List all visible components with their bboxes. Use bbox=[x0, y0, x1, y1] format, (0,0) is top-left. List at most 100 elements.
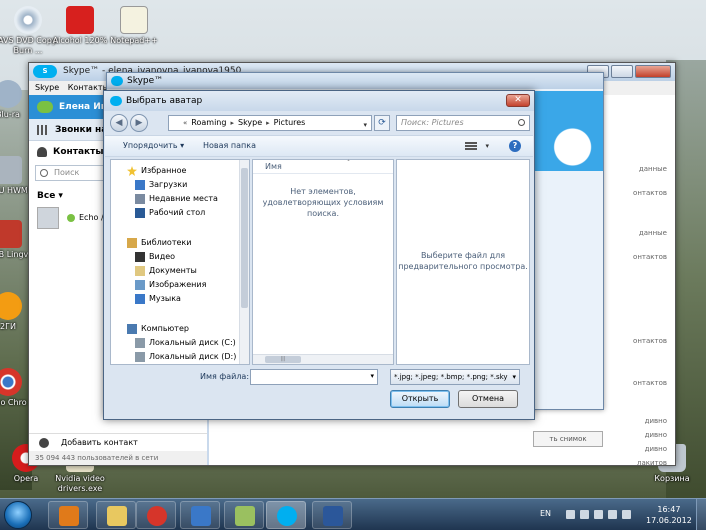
dialog-title-bar[interactable]: Выбрать аватар ✕ bbox=[104, 91, 534, 111]
skype-icon bbox=[111, 76, 123, 86]
chevron-down-icon[interactable]: ▾ bbox=[485, 136, 489, 156]
nav-item[interactable]: Рабочий стол bbox=[111, 206, 205, 220]
tray-expand-icon[interactable] bbox=[566, 510, 575, 519]
taskbar-app-word[interactable] bbox=[312, 501, 352, 529]
nav-item[interactable]: Видео bbox=[111, 250, 175, 264]
nav-item-label: Загрузки bbox=[149, 180, 188, 189]
taskbar-app-network[interactable] bbox=[180, 501, 220, 529]
nav-item[interactable]: Компьютер bbox=[111, 322, 189, 336]
network-icon bbox=[191, 506, 211, 526]
close-button[interactable] bbox=[635, 65, 671, 78]
path-root-arrow[interactable]: « bbox=[183, 116, 187, 130]
nav-item-label: Недавние места bbox=[149, 194, 218, 203]
address-bar[interactable]: « Roaming ▸ Skype ▸ Pictures ▾ bbox=[168, 115, 372, 131]
name-column-header[interactable]: Имя ˆ bbox=[253, 160, 393, 174]
preview-message: Выберите файл для предварительного просм… bbox=[398, 251, 528, 271]
dialog-close-button[interactable]: ✕ bbox=[506, 94, 530, 107]
text-fragment: дивно bbox=[644, 417, 667, 425]
cancel-button[interactable]: Отмена bbox=[458, 390, 518, 408]
calls-label: Звонки на bbox=[55, 125, 108, 135]
start-button[interactable] bbox=[4, 501, 32, 529]
chevron-down-icon[interactable]: ▾ bbox=[363, 118, 367, 132]
nav-item[interactable]: Изображения bbox=[111, 278, 206, 292]
nav-item[interactable]: Локальный диск (D:) bbox=[111, 350, 236, 364]
dialog-toolbar: Упорядочить ▾ Новая папка ▾ ? bbox=[105, 135, 533, 157]
nav-item[interactable]: Недавние места bbox=[111, 192, 218, 206]
taskbar-app-chrome[interactable] bbox=[136, 501, 176, 529]
nav-scroll-thumb[interactable] bbox=[241, 168, 248, 308]
nav-item[interactable]: Загрузки bbox=[111, 178, 187, 192]
filename-label: Имя файла: bbox=[200, 372, 250, 381]
nav-item-label: Библиотеки bbox=[141, 238, 192, 247]
back-button[interactable]: ◀ bbox=[110, 114, 128, 132]
lingvo-icon bbox=[0, 220, 22, 248]
view-options-icon[interactable] bbox=[465, 142, 477, 151]
breadcrumb-item[interactable]: Pictures bbox=[274, 116, 306, 130]
refresh-button[interactable]: ⟳ bbox=[374, 115, 390, 131]
folder-icon bbox=[127, 238, 137, 248]
file-type-filter-select[interactable]: *.jpg; *.jpeg; *.bmp; *.png; *.sky ▾ bbox=[390, 369, 520, 385]
clock-date: 17.06.2012 bbox=[646, 516, 692, 525]
network-icon[interactable] bbox=[594, 510, 603, 519]
nav-item[interactable]: Избранное bbox=[111, 164, 186, 178]
system-clock[interactable]: 16:47 17.06.2012 bbox=[646, 504, 692, 526]
taskbar-app-notepad[interactable] bbox=[224, 501, 264, 529]
chrome-icon bbox=[147, 506, 167, 526]
breadcrumb-item[interactable]: Skype bbox=[238, 116, 262, 130]
take-snapshot-button[interactable]: ть снимок bbox=[533, 431, 603, 447]
help-icon[interactable]: ? bbox=[509, 140, 521, 152]
filename-input[interactable]: ▾ bbox=[250, 369, 378, 385]
skype-secondary-title-bar[interactable]: Skype™ bbox=[107, 73, 603, 89]
new-folder-button[interactable]: Новая папка bbox=[203, 136, 256, 156]
dialpad-icon bbox=[37, 125, 47, 135]
dialog-title: Выбрать аватар bbox=[126, 96, 203, 106]
battery-icon[interactable] bbox=[622, 510, 631, 519]
taskbar-app-media-player[interactable] bbox=[48, 501, 88, 529]
file-list-hscrollbar[interactable]: ||| bbox=[253, 354, 393, 364]
online-status-icon[interactable] bbox=[37, 101, 53, 113]
menu-skype[interactable]: Skype bbox=[35, 83, 59, 92]
clock-time: 16:47 bbox=[657, 505, 681, 514]
show-desktop-button[interactable] bbox=[696, 499, 706, 530]
hscroll-thumb[interactable]: ||| bbox=[265, 356, 301, 363]
online-status-icon bbox=[67, 214, 75, 222]
skype-logo-icon: S bbox=[33, 65, 57, 78]
nav-item[interactable]: Локальный диск (C:) bbox=[111, 336, 236, 350]
forward-button[interactable]: ▶ bbox=[130, 114, 148, 132]
nav-item[interactable]: Музыка bbox=[111, 292, 181, 306]
disc-icon bbox=[0, 80, 22, 108]
nav-item[interactable]: Библиотеки bbox=[111, 236, 191, 250]
folder-search-input[interactable]: Поиск: Pictures bbox=[396, 115, 530, 131]
file-type-filter-value: *.jpg; *.jpeg; *.bmp; *.png; *.sky bbox=[394, 373, 508, 381]
nav-scrollbar[interactable] bbox=[239, 160, 249, 364]
chevron-right-icon[interactable]: ▸ bbox=[230, 116, 234, 130]
text-fragment: онтактов bbox=[633, 189, 667, 197]
desktop-icon-notepadpp[interactable]: Notepad++ bbox=[102, 6, 166, 46]
nav-item-label: Музыка bbox=[149, 294, 181, 303]
dvd-icon bbox=[14, 6, 42, 34]
skype-decor-panel bbox=[527, 91, 603, 171]
folder-icon bbox=[127, 324, 137, 334]
taskbar-app-explorer[interactable] bbox=[96, 501, 136, 529]
chevron-down-icon[interactable]: ▾ bbox=[370, 372, 374, 380]
nav-item-label: Компьютер bbox=[141, 324, 189, 333]
nav-item-label: Локальный диск (C:) bbox=[149, 338, 236, 347]
breadcrumb-item[interactable]: Roaming bbox=[191, 116, 226, 130]
folder-icon bbox=[135, 294, 145, 304]
chevron-right-icon[interactable]: ▸ bbox=[266, 116, 270, 130]
organize-menu-button[interactable]: Упорядочить ▾ bbox=[123, 136, 184, 156]
maximize-button[interactable] bbox=[611, 65, 633, 78]
add-contact-button[interactable]: Добавить контакт bbox=[29, 433, 207, 451]
search-icon[interactable] bbox=[518, 119, 525, 126]
nav-item-label: Избранное bbox=[141, 166, 187, 175]
flag-icon[interactable] bbox=[580, 510, 589, 519]
folder-icon bbox=[127, 166, 137, 176]
language-indicator[interactable]: EN bbox=[540, 509, 551, 518]
volume-icon[interactable] bbox=[608, 510, 617, 519]
folder-icon bbox=[135, 252, 145, 262]
nav-item[interactable]: Документы bbox=[111, 264, 197, 278]
taskbar-app-skype[interactable] bbox=[266, 501, 306, 529]
open-button[interactable]: Открыть bbox=[390, 390, 450, 408]
text-fragment: дивно bbox=[644, 431, 667, 439]
explorer-icon bbox=[107, 506, 127, 526]
